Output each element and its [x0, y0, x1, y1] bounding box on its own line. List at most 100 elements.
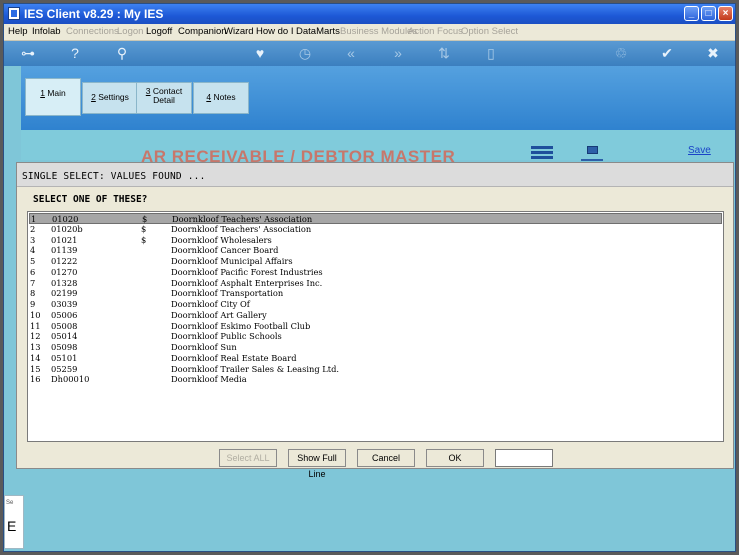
menu-action-focus[interactable]: Action Focus — [408, 26, 463, 37]
row-name: Doornkloof Public Schools — [171, 331, 282, 342]
close-icon[interactable]: ✖ — [704, 44, 722, 62]
row-number: 7 — [30, 277, 36, 288]
row-flag: $ — [141, 223, 147, 234]
tab-contact-detail[interactable]: 3 Contact Detail — [136, 82, 192, 114]
sort-icon[interactable]: ⇅ — [435, 44, 453, 62]
row-name: Doornkloof Asphalt Enterprises Inc. — [171, 277, 323, 288]
list-item[interactable]: 5 01222 Doornkloof Municipal Affairs — [29, 256, 722, 267]
list-item[interactable]: 14 05101 Doornkloof Real Estate Board — [29, 353, 722, 364]
heart-icon[interactable]: ♥ — [251, 44, 269, 62]
row-number: 9 — [30, 299, 36, 309]
tab-settings-key: 2 — [91, 92, 96, 102]
row-flag: $ — [141, 234, 147, 245]
list-item[interactable]: 4 01139 Doornkloof Cancer Board — [29, 245, 722, 256]
select-dialog: SINGLE SELECT: VALUES FOUND ... SELECT O… — [16, 162, 734, 479]
row-code: 05259 — [51, 363, 78, 374]
row-number: 10 — [30, 309, 41, 320]
clock-icon[interactable]: ◷ — [296, 44, 314, 62]
tab-settings[interactable]: 2 Settings — [82, 82, 138, 114]
back-icon[interactable]: « — [342, 44, 360, 62]
row-code: 01021 — [51, 234, 78, 245]
menu-datamarts[interactable]: DataMarts — [296, 26, 340, 37]
page-icon[interactable]: ▯ — [482, 44, 500, 62]
dialog-input[interactable] — [495, 449, 553, 467]
tab-settings-label: Settings — [98, 92, 129, 102]
list-item[interactable]: 6 01270 Doornkloof Pacific Forest Industri… — [29, 267, 722, 278]
list-item[interactable]: 13 05098 Doornkloof Sun — [29, 342, 722, 353]
list-item[interactable]: 16 Dh00010 Doornkloof Media — [29, 374, 722, 385]
row-number: 15 — [30, 363, 41, 374]
menu-business-modules[interactable]: Business Modules — [340, 26, 417, 37]
row-number: 14 — [30, 352, 41, 363]
row-name: Doornkloof Municipal Affairs — [171, 256, 293, 266]
recycle-icon[interactable]: ♲ — [612, 44, 630, 62]
list-item[interactable]: 3 01021 $ Doornkloof Wholesalers — [29, 235, 722, 246]
list-item[interactable]: 7 01328 Doornkloof Asphalt Enterprises Inc… — [29, 278, 722, 289]
menu-how-do-i[interactable]: How do I — [256, 26, 294, 37]
check-icon[interactable]: ✔ — [658, 44, 676, 62]
tab-main-label: Main — [47, 88, 66, 98]
row-code: 01270 — [51, 266, 78, 277]
row-code: 01139 — [51, 245, 78, 256]
menu-wizard[interactable]: Wizard — [224, 26, 254, 37]
menu-infolab[interactable]: Infolab — [32, 26, 61, 37]
list-item[interactable]: 8 02199 Doornkloof Transportation — [29, 288, 722, 299]
tab-notes[interactable]: 4 Notes — [193, 82, 249, 114]
row-name: Doornkloof City Of — [171, 299, 250, 309]
row-code: 05101 — [51, 352, 78, 363]
help-icon[interactable]: ? — [66, 44, 84, 62]
list-item[interactable]: 11 05008 Doornkloof Eskimo Football Club — [29, 321, 722, 332]
select-all-button[interactable]: Select ALL — [219, 449, 277, 467]
ok-button[interactable]: OK — [426, 449, 484, 467]
minimize-button[interactable]: _ — [684, 6, 699, 21]
close-button[interactable]: × — [718, 6, 733, 21]
row-number: 12 — [30, 331, 41, 342]
row-number: 16 — [30, 374, 41, 385]
tab-notes-label: Notes — [213, 92, 236, 102]
save-link[interactable]: Save — [688, 145, 711, 156]
menu-option-select[interactable]: Option Select — [461, 26, 518, 37]
list-item[interactable]: 10 05006 Doornkloof Art Gallery — [29, 310, 722, 321]
menu-logoff[interactable]: Logoff — [146, 26, 172, 37]
list-item[interactable]: 12 05014 Doornkloof Public Schools — [29, 331, 722, 342]
row-number: 6 — [30, 266, 36, 277]
tab-notes-key: 4 — [206, 92, 212, 102]
row-code: Dh00010 — [51, 374, 90, 385]
row-name: Doornkloof Trailer Sales & Leasing Ltd. — [171, 363, 340, 374]
row-name: Doornkloof Pacific Forest Industries — [171, 266, 323, 277]
values-listbox[interactable]: 1 01020 $ Doornkloof Teachers' Association 2… — [27, 211, 724, 442]
row-code: 03039 — [51, 299, 78, 309]
maximize-button[interactable]: □ — [701, 6, 716, 21]
forward-icon[interactable]: » — [389, 44, 407, 62]
menu-help[interactable]: Help — [8, 26, 28, 37]
row-name: Doornkloof Art Gallery — [171, 309, 267, 320]
show-full-line-button[interactable]: Show Full Line — [288, 449, 346, 479]
menu-companion[interactable]: Companion — [178, 26, 227, 37]
lower-letter: E — [7, 518, 17, 534]
app-window: IES Client v8.29 : My IES _ □ × Help Inf… — [3, 3, 736, 552]
menu-bar: Help Infolab Connections Logon Logoff Co… — [4, 24, 735, 41]
list-item[interactable]: 1 01020 $ Doornkloof Teachers' Association — [29, 213, 722, 224]
row-code: 01328 — [51, 277, 78, 288]
list-item[interactable]: 15 05259 Doornkloof Trailer Sales & Leasin… — [29, 364, 722, 375]
row-number: 13 — [30, 342, 41, 352]
row-code: 05008 — [51, 320, 78, 331]
dialog-title: SINGLE SELECT: VALUES FOUND ... — [17, 163, 733, 187]
list-item[interactable]: 9 03039 Doornkloof City Of — [29, 299, 722, 310]
menu-logon[interactable]: Logon — [117, 26, 143, 37]
row-code: 05006 — [51, 309, 78, 320]
search-icon[interactable]: ⚲ — [113, 44, 131, 62]
row-name: Doornkloof Media — [171, 374, 247, 385]
row-name: Doornkloof Transportation — [171, 288, 284, 299]
row-name: Doornkloof Eskimo Football Club — [171, 320, 311, 331]
dialog-prompt: SELECT ONE OF THESE? — [33, 194, 148, 205]
app-icon — [8, 7, 20, 20]
title-bar[interactable]: IES Client v8.29 : My IES _ □ × — [4, 4, 735, 24]
key-icon[interactable]: ⊶ — [16, 44, 40, 62]
lower-mini-label: Se — [6, 500, 14, 506]
list-item[interactable]: 2 01020b $ Doornkloof Teachers' Association — [29, 224, 722, 235]
menu-connections[interactable]: Connections — [66, 26, 119, 37]
row-name: Doornkloof Real Estate Board — [171, 352, 297, 363]
tab-main[interactable]: 1 Main — [25, 78, 81, 116]
cancel-button[interactable]: Cancel — [357, 449, 415, 467]
